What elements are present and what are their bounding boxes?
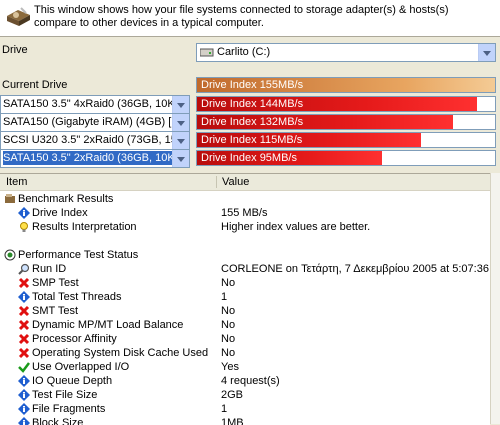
table-row-item: IO Queue Depth: [32, 375, 113, 387]
table-row-item: Run ID: [32, 263, 67, 275]
table-row-value: CORLEONE on Τετάρτη, 7 Δεκεμβρίου 2005 a…: [221, 263, 490, 275]
header-description: This window shows how your file systems …: [34, 4, 449, 29]
column-header-value[interactable]: Value: [216, 174, 490, 191]
table-row[interactable]: SMT Test No: [0, 304, 490, 318]
table-row[interactable]: Total Test Threads 1: [0, 290, 490, 304]
green-check-icon: [18, 361, 30, 373]
table-row[interactable]: File Fragments 1: [0, 402, 490, 416]
table-row-item: Operating System Disk Cache Used: [32, 347, 209, 359]
magnifier-icon: [18, 263, 30, 275]
harddisk-icon: [7, 7, 30, 26]
drive-label: Drive: [2, 44, 28, 56]
table-row-value: No: [221, 305, 236, 317]
column-header-item-label: Item: [6, 176, 28, 188]
table-group-row[interactable]: Benchmark Results: [0, 192, 490, 206]
comparison-device-select[interactable]: SATA150 3.5" 2xRaid0 (36GB, 10Krpm, 8MB: [0, 149, 190, 168]
comparison-device-value: SCSI U320 3.5" 2xRaid0 (73GB, 15Krpm, 8M…: [3, 134, 173, 146]
table-row-item: Performance Test Status: [18, 249, 139, 261]
comparison-bar-label: Drive Index 132MB/s: [201, 116, 304, 128]
table-row-item: Benchmark Results: [18, 193, 114, 205]
comparison-bar: Drive Index 144MB/s: [196, 96, 496, 112]
red-x-icon: [18, 277, 30, 289]
table-row[interactable]: Processor Affinity No: [0, 332, 490, 346]
table-row[interactable]: Operating System Disk Cache Used No: [0, 346, 490, 360]
table-group-row[interactable]: Performance Test Status: [0, 248, 490, 262]
table-row[interactable]: IO Queue Depth 4 request(s): [0, 374, 490, 388]
table-row-item: File Fragments: [32, 403, 106, 415]
table-row-value: 155 MB/s: [221, 207, 268, 219]
table-row[interactable]: Use Overlapped I/O Yes: [0, 360, 490, 374]
table-row-item: Test File Size: [32, 389, 98, 401]
drive-small-icon: [200, 48, 214, 57]
status-icon: [4, 249, 16, 261]
comparison-device-value: SATA150 3.5" 4xRaid0 (36GB, 10Krpm, 8MB: [3, 98, 173, 110]
comparison-dropdown-button[interactable]: [172, 114, 189, 131]
header-divider: [0, 36, 500, 37]
table-row-value: 1: [221, 291, 228, 303]
table-row[interactable]: [0, 234, 490, 248]
current-drive-label: Current Drive: [2, 79, 68, 91]
red-x-icon: [18, 333, 30, 345]
comparison-device-select[interactable]: SATA150 3.5" 4xRaid0 (36GB, 10Krpm, 8MB: [0, 95, 190, 114]
info-icon: [18, 375, 30, 387]
comparison-device-value: SATA150 (Gigabyte iRAM) (4GB) [NTFS,Win: [3, 116, 173, 128]
comparison-dropdown-button[interactable]: [172, 132, 189, 149]
comparison-bar-label: Drive Index 95MB/s: [201, 152, 297, 164]
table-row-value: Higher index values are better.: [221, 221, 371, 233]
red-x-icon: [18, 347, 30, 359]
comparison-bar: Drive Index 132MB/s: [196, 114, 496, 130]
table-row-value: No: [221, 319, 236, 331]
table-row-item: SMP Test: [32, 277, 79, 289]
table-row-value: Yes: [221, 361, 239, 373]
results-table: Item Value Benchmark Results Drive Index 1…: [0, 173, 490, 425]
table-row-item: SMT Test: [32, 305, 79, 317]
drive-dropdown-button[interactable]: [478, 44, 495, 61]
table-scrollbar[interactable]: [490, 173, 500, 424]
table-row[interactable]: SMP Test No: [0, 276, 490, 290]
table-row[interactable]: Drive Index 155 MB/s: [0, 206, 490, 220]
current-drive-bar: Drive Index 155MB/s: [196, 77, 496, 93]
table-row-item: Drive Index: [32, 207, 88, 219]
red-x-icon: [18, 319, 30, 331]
column-header-value-label: Value: [222, 176, 250, 188]
current-drive-bar-label: Drive Index 155MB/s: [201, 79, 304, 91]
red-x-icon: [18, 305, 30, 317]
table-row-value: 2GB: [221, 389, 244, 401]
comparison-dropdown-button[interactable]: [172, 150, 189, 167]
comparison-bar: Drive Index 115MB/s: [196, 132, 496, 148]
table-row-value: 1: [221, 403, 228, 415]
lightbulb-icon: [18, 221, 30, 233]
drive-select-value: Carlito (C:): [217, 46, 271, 58]
comparison-device-select[interactable]: SCSI U320 3.5" 2xRaid0 (73GB, 15Krpm, 8M…: [0, 131, 190, 150]
table-row-value: No: [221, 333, 236, 345]
column-header-item[interactable]: Item: [0, 174, 216, 191]
info-icon: [18, 291, 30, 303]
table-row[interactable]: Dynamic MP/MT Load Balance No: [0, 318, 490, 332]
comparison-bar-label: Drive Index 115MB/s: [201, 134, 303, 146]
table-row-value: No: [221, 347, 236, 359]
info-icon: [18, 389, 30, 401]
table-row[interactable]: Run ID CORLEONE on Τετάρτη, 7 Δεκεμβρίου …: [0, 262, 490, 276]
table-row-item: Use Overlapped I/O: [32, 361, 130, 373]
comparison-device-value: SATA150 3.5" 2xRaid0 (36GB, 10Krpm, 8MB: [3, 151, 173, 165]
info-icon: [18, 403, 30, 415]
comparison-bar-label: Drive Index 144MB/s: [201, 98, 304, 110]
comparison-dropdown-button[interactable]: [172, 96, 189, 113]
drive-select[interactable]: Carlito (C:): [196, 43, 496, 62]
table-row-item: Total Test Threads: [32, 291, 122, 303]
comparison-bar: Drive Index 95MB/s: [196, 150, 496, 166]
comparison-device-select[interactable]: SATA150 (Gigabyte iRAM) (4GB) [NTFS,Win: [0, 113, 190, 132]
table-row-item: Dynamic MP/MT Load Balance: [32, 319, 184, 331]
table-row-item: Results Interpretation: [32, 221, 137, 233]
table-row[interactable]: Test File Size 2GB: [0, 388, 490, 402]
info-icon: [18, 207, 30, 219]
table-row-value: 4 request(s): [221, 375, 280, 387]
gear-icon: [4, 193, 16, 205]
table-row[interactable]: Results Interpretation Higher index value…: [0, 220, 490, 234]
table-row-item: Processor Affinity: [32, 333, 117, 345]
table-row-value: No: [221, 277, 236, 289]
